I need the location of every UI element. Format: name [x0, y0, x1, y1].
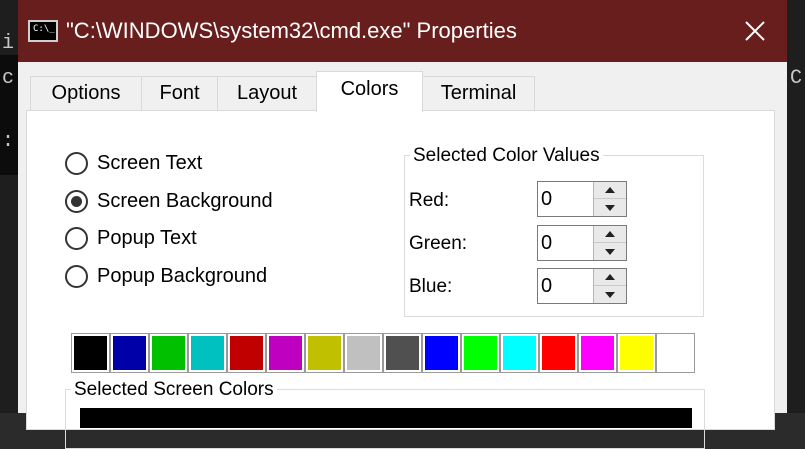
red-label: Red:	[409, 190, 450, 211]
color-swatch[interactable]	[539, 333, 578, 373]
console-glyph: i	[2, 32, 15, 55]
arrow-down-icon	[605, 204, 615, 211]
swatch-fill	[386, 336, 419, 370]
spin-down-button[interactable]	[594, 286, 626, 303]
arrow-up-icon	[605, 187, 615, 193]
color-swatch[interactable]	[656, 333, 695, 373]
radio-button[interactable]	[65, 190, 88, 213]
tab-terminal[interactable]: Terminal	[422, 76, 535, 110]
spin-down-button[interactable]	[594, 199, 626, 216]
tab-font[interactable]: Font	[141, 76, 218, 110]
radio-label: Popup Background	[97, 265, 268, 287]
arrow-up-icon	[605, 231, 615, 237]
tab-label: Terminal	[440, 82, 517, 104]
console-glyph: :	[2, 130, 15, 153]
color-swatch[interactable]	[110, 333, 149, 373]
spin-down-button[interactable]	[594, 243, 626, 260]
green-input[interactable]	[538, 226, 594, 260]
group-title: Selected Color Values	[410, 145, 603, 167]
cmd-app-icon: C:\_	[28, 20, 58, 42]
color-swatch[interactable]	[227, 333, 266, 373]
title-bar[interactable]: C:\_ "C:\WINDOWS\system32\cmd.exe" Prope…	[18, 0, 787, 62]
color-swatch[interactable]	[188, 333, 227, 373]
color-swatch[interactable]	[71, 333, 110, 373]
color-swatch[interactable]	[500, 333, 539, 373]
swatch-fill	[347, 336, 380, 370]
close-icon	[745, 21, 765, 41]
swatch-fill	[269, 336, 302, 370]
radio-screen-text[interactable]: Screen Text	[65, 152, 202, 175]
radio-button[interactable]	[65, 152, 88, 175]
radio-label: Screen Background	[97, 190, 273, 212]
tab-colors[interactable]: Colors	[316, 71, 423, 112]
swatch-fill	[659, 336, 692, 370]
color-swatch[interactable]	[461, 333, 500, 373]
color-palette	[71, 333, 695, 373]
radio-popup-text[interactable]: Popup Text	[65, 227, 197, 250]
tab-label: Options	[51, 82, 121, 104]
spin-up-button[interactable]	[594, 226, 626, 243]
tab-layout[interactable]: Layout	[217, 76, 317, 110]
color-swatch[interactable]	[344, 333, 383, 373]
red-input[interactable]	[538, 182, 594, 216]
screen-colors-preview	[80, 408, 692, 428]
red-spinner[interactable]	[537, 181, 627, 217]
swatch-fill	[542, 336, 575, 370]
tab-label: Colors	[340, 77, 399, 100]
radio-button[interactable]	[65, 265, 88, 288]
spinner-buttons	[593, 226, 626, 260]
swatch-fill	[74, 336, 107, 370]
swatch-fill	[191, 336, 224, 370]
spinner-buttons	[593, 269, 626, 303]
tab-strip: Options Font Layout Colors Terminal	[30, 71, 770, 112]
spin-up-button[interactable]	[594, 182, 626, 199]
window-title: "C:\WINDOWS\system32\cmd.exe" Properties	[66, 18, 517, 43]
color-swatch[interactable]	[383, 333, 422, 373]
spin-up-button[interactable]	[594, 269, 626, 286]
close-button[interactable]	[730, 9, 780, 53]
arrow-down-icon	[605, 291, 615, 298]
green-label: Green:	[409, 233, 468, 254]
spinner-buttons	[593, 182, 626, 216]
radio-label: Popup Text	[97, 227, 197, 249]
group-title: Selected Screen Colors	[71, 379, 277, 401]
swatch-fill	[581, 336, 614, 370]
blue-input[interactable]	[538, 269, 594, 303]
arrow-down-icon	[605, 248, 615, 255]
radio-label: Screen Text	[97, 152, 203, 174]
colors-panel: Screen Text Screen Background Popup Text…	[26, 110, 775, 449]
swatch-fill	[620, 336, 653, 370]
color-swatch[interactable]	[305, 333, 344, 373]
swatch-fill	[113, 336, 146, 370]
tab-label: Font	[159, 82, 200, 104]
swatch-fill	[308, 336, 341, 370]
selected-screen-colors-group: Selected Screen Colors	[65, 379, 705, 449]
arrow-up-icon	[605, 274, 615, 280]
radio-screen-background[interactable]: Screen Background	[65, 190, 273, 213]
cmd-icon-text: C:\_	[33, 24, 55, 34]
console-glyph: c	[2, 67, 15, 90]
swatch-fill	[503, 336, 536, 370]
swatch-fill	[425, 336, 458, 370]
swatch-fill	[152, 336, 185, 370]
green-spinner[interactable]	[537, 225, 627, 261]
swatch-fill	[464, 336, 497, 370]
selected-color-values-group: Selected Color Values Red: Green: Blue:	[404, 145, 704, 317]
tab-options[interactable]: Options	[30, 76, 142, 110]
color-swatch[interactable]	[578, 333, 617, 373]
color-swatch[interactable]	[617, 333, 656, 373]
radio-popup-background[interactable]: Popup Background	[65, 265, 267, 288]
console-glyph: C	[790, 67, 803, 90]
color-swatch[interactable]	[149, 333, 188, 373]
properties-dialog: C:\_ "C:\WINDOWS\system32\cmd.exe" Prope…	[18, 0, 787, 449]
tab-label: Layout	[236, 82, 298, 104]
blue-label: Blue:	[409, 276, 453, 297]
blue-spinner[interactable]	[537, 268, 627, 304]
color-swatch[interactable]	[422, 333, 461, 373]
swatch-fill	[230, 336, 263, 370]
color-swatch[interactable]	[266, 333, 305, 373]
radio-button[interactable]	[65, 227, 88, 250]
